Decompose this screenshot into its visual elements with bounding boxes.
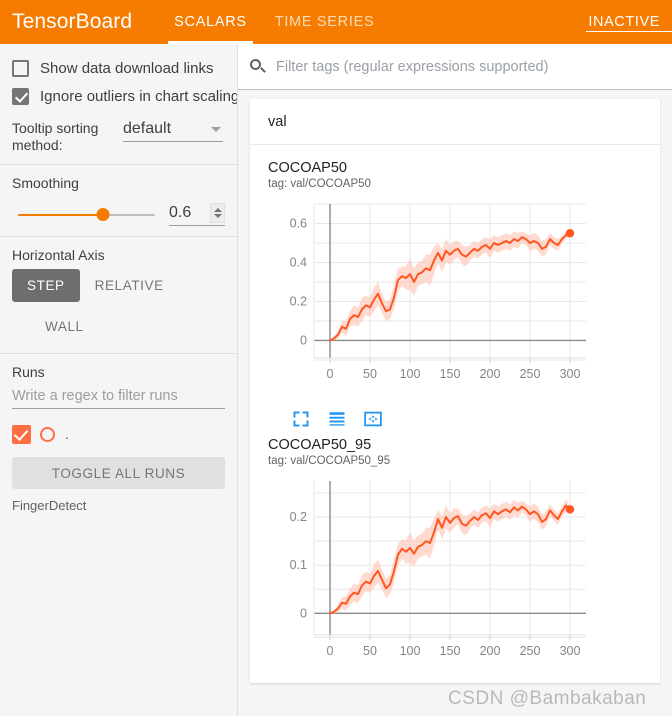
smoothing-title: Smoothing: [12, 175, 79, 191]
chart-toolbar-0: [292, 410, 660, 428]
tooltip-sorting-label: Tooltip sorting method:: [12, 120, 99, 153]
axis-button-relative[interactable]: RELATIVE: [80, 269, 179, 302]
axis-button-step[interactable]: STEP: [12, 269, 80, 302]
svg-text:0: 0: [300, 606, 307, 620]
horizontal-axis-buttons: STEP RELATIVE: [12, 269, 225, 302]
svg-text:250: 250: [520, 644, 541, 658]
svg-text:0.2: 0.2: [290, 510, 307, 524]
sidebar: Show data download links Ignore outliers…: [0, 44, 238, 716]
svg-text:0.4: 0.4: [290, 255, 307, 269]
slider-fill: [18, 213, 103, 216]
smoothing-slider[interactable]: [18, 208, 155, 222]
stepper-down-icon: [213, 214, 222, 218]
tab-scalars[interactable]: SCALARS: [160, 0, 261, 44]
search-icon: [250, 58, 266, 75]
tooltip-sorting-row: Tooltip sorting method: default: [12, 120, 225, 154]
smoothing-row: 0.6: [12, 203, 225, 226]
tab-time-series[interactable]: TIME SERIES: [261, 0, 389, 44]
tooltip-sorting-select[interactable]: default: [123, 120, 223, 142]
checkbox-show-download-links[interactable]: [12, 59, 29, 77]
data-table-icon[interactable]: [328, 410, 346, 428]
main-panel: Filter tags (regular expressions support…: [238, 44, 672, 716]
sidebar-smoothing-section: Smoothing 0.6: [0, 165, 237, 236]
top-bar-right: INACTIVE: [576, 0, 672, 44]
tag-group-body: COCOAP50 tag: val/COCOAP50 0 0.2 0.4 0.6 0 50…: [250, 145, 660, 683]
tag-group-val: val COCOAP50 tag: val/COCOAP50 0 0.2 0.4 0.…: [250, 99, 660, 683]
svg-text:0: 0: [300, 333, 307, 347]
chart-svg-0: 0 0.2 0.4 0.6 0 50 100 150 200 250 300: [290, 203, 586, 381]
option-ignore-outliers-label: Ignore outliers in chart scaling: [40, 87, 238, 105]
svg-text:100: 100: [400, 367, 421, 381]
chart-card-cocoap50-95: COCOAP50_95 tag: val/COCOAP50_95 0 0.1 0.2…: [250, 428, 660, 683]
slider-knob[interactable]: [96, 208, 110, 221]
chart-plot-0[interactable]: 0 0.2 0.4 0.6 0 50 100 150 200 250 300: [268, 196, 660, 406]
option-ignore-outliers[interactable]: Ignore outliers in chart scaling: [12, 82, 237, 110]
chart-tag-1: tag: val/COCOAP50_95: [268, 455, 391, 467]
chart-title-1: COCOAP50_95: [268, 437, 372, 453]
svg-text:0.2: 0.2: [290, 294, 307, 308]
run-name: .: [65, 426, 69, 442]
checkbox-ignore-outliers[interactable]: [12, 87, 29, 105]
svg-text:0: 0: [327, 367, 334, 381]
run-checkbox[interactable]: [12, 424, 31, 444]
chart-title-0: COCOAP50: [268, 160, 347, 176]
runs-filter-input[interactable]: Write a regex to filter runs: [12, 388, 225, 409]
smoothing-stepper[interactable]: [210, 203, 225, 223]
stepper-up-icon: [213, 208, 222, 212]
expand-icon[interactable]: [292, 410, 310, 428]
sidebar-runs-section: Runs Write a regex to filter runs . TOGG…: [0, 354, 237, 523]
svg-text:100: 100: [400, 644, 421, 658]
top-bar: TensorBoard SCALARS TIME SERIES INACTIVE: [0, 0, 672, 44]
tag-group-label: val: [268, 113, 287, 130]
toggle-all-runs-button[interactable]: TOGGLE ALL RUNS: [12, 457, 225, 489]
svg-text:150: 150: [440, 644, 461, 658]
svg-text:300: 300: [560, 367, 581, 381]
svg-text:0.1: 0.1: [290, 558, 307, 572]
smoothing-value-box[interactable]: 0.6: [169, 203, 225, 226]
inactive-button[interactable]: INACTIVE: [576, 0, 672, 44]
svg-text:150: 150: [440, 367, 461, 381]
svg-text:200: 200: [480, 367, 501, 381]
chart-card-cocoap50: COCOAP50 tag: val/COCOAP50 0 0.2 0.4 0.6 0 50…: [250, 151, 660, 428]
run-legend-label: FingerDetect: [12, 498, 87, 513]
tab-time-series-label: TIME SERIES: [274, 14, 375, 30]
horizontal-axis-title: Horizontal Axis: [12, 247, 105, 263]
run-color-dot: [40, 426, 55, 442]
tooltip-sorting-value: default: [123, 120, 172, 137]
svg-text:250: 250: [520, 367, 541, 381]
runs-title: Runs: [12, 364, 45, 380]
svg-text:300: 300: [560, 644, 581, 658]
option-show-download-links-label: Show data download links: [40, 59, 214, 77]
svg-text:0.6: 0.6: [290, 216, 307, 230]
svg-text:0: 0: [327, 644, 334, 658]
chart-svg-1: 0 0.1 0.2 0 50 100 150 200 250 300: [290, 481, 586, 658]
tag-filter-input[interactable]: Filter tags (regular expressions support…: [276, 59, 548, 75]
chart-tag-0: tag: val/COCOAP50: [268, 178, 371, 190]
svg-text:50: 50: [363, 367, 377, 381]
smoothing-value: 0.6: [169, 204, 192, 221]
svg-text:200: 200: [480, 644, 501, 658]
axis-button-wall[interactable]: WALL: [30, 310, 99, 343]
sidebar-options-section: Show data download links Ignore outliers…: [0, 44, 237, 164]
main-tabs: SCALARS TIME SERIES: [160, 0, 388, 44]
chart-plot-1[interactable]: 0 0.1 0.2 0 50 100 150 200 250 300: [268, 473, 660, 683]
svg-text:50: 50: [363, 644, 377, 658]
horizontal-axis-buttons-2: WALL: [12, 308, 225, 343]
tag-group-header[interactable]: val: [250, 99, 660, 145]
toggle-all-runs-label: TOGGLE ALL RUNS: [51, 465, 186, 481]
tag-filter-bar[interactable]: Filter tags (regular expressions support…: [238, 44, 672, 90]
inactive-label: INACTIVE: [588, 14, 660, 30]
option-show-download-links[interactable]: Show data download links: [12, 54, 225, 82]
sidebar-axis-section: Horizontal Axis STEP RELATIVE WALL: [0, 237, 237, 353]
run-item[interactable]: .: [12, 423, 225, 445]
chevron-down-icon: [211, 126, 221, 132]
app-brand: TensorBoard: [12, 10, 133, 33]
tab-scalars-label: SCALARS: [174, 14, 247, 30]
pan-icon[interactable]: [364, 410, 382, 428]
tensorboard-app: TensorBoard SCALARS TIME SERIES INACTIVE…: [0, 0, 672, 716]
